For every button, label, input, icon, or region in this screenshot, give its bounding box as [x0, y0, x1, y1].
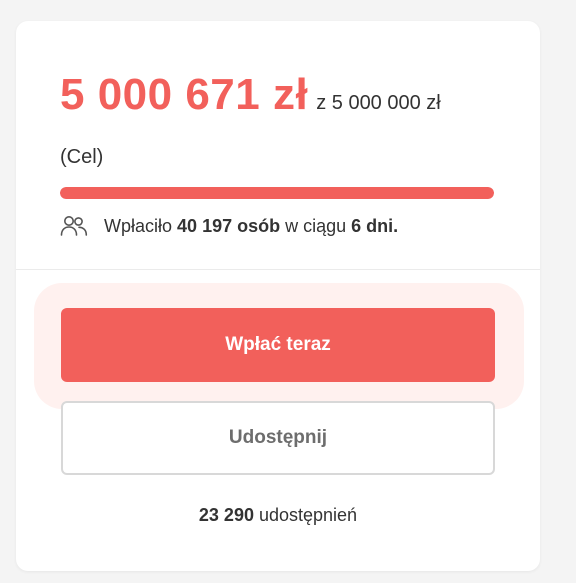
amount-raised: 5 000 671 zł	[60, 70, 309, 119]
donors-prefix: Wpłaciło	[104, 215, 173, 236]
progress-fill	[60, 187, 494, 199]
goal-amount: z 5 000 000 zł	[316, 92, 441, 114]
shares-label: udostępnień	[258, 505, 358, 525]
divider	[16, 269, 540, 270]
donors-info: Wpłaciło 40 197 osób w ciągu 6 dni.	[60, 215, 496, 237]
people-icon	[60, 216, 88, 236]
progress-bar	[60, 187, 494, 199]
goal-label: (Cel)	[60, 146, 104, 168]
shares-count: 23 290 udostępnień	[16, 505, 540, 526]
fundraiser-summary: 5 000 671 zł z 5 000 000 zł (Cel) Wpłacił…	[16, 21, 540, 269]
donors-text: Wpłaciło 40 197 osób w ciągu 6 dni.	[104, 216, 398, 237]
fundraiser-card: 5 000 671 zł z 5 000 000 zł (Cel) Wpłacił…	[16, 21, 540, 571]
donate-button[interactable]: Wpłać teraz	[61, 308, 495, 382]
donors-days: 6 dni.	[351, 215, 399, 236]
shares-number: 23 290	[198, 505, 254, 525]
amount-line: 5 000 671 zł z 5 000 000 zł	[60, 69, 496, 131]
donors-count: 40 197 osób	[177, 215, 281, 236]
donors-middle: w ciągu	[285, 215, 347, 236]
share-button[interactable]: Udostępnij	[61, 401, 495, 475]
